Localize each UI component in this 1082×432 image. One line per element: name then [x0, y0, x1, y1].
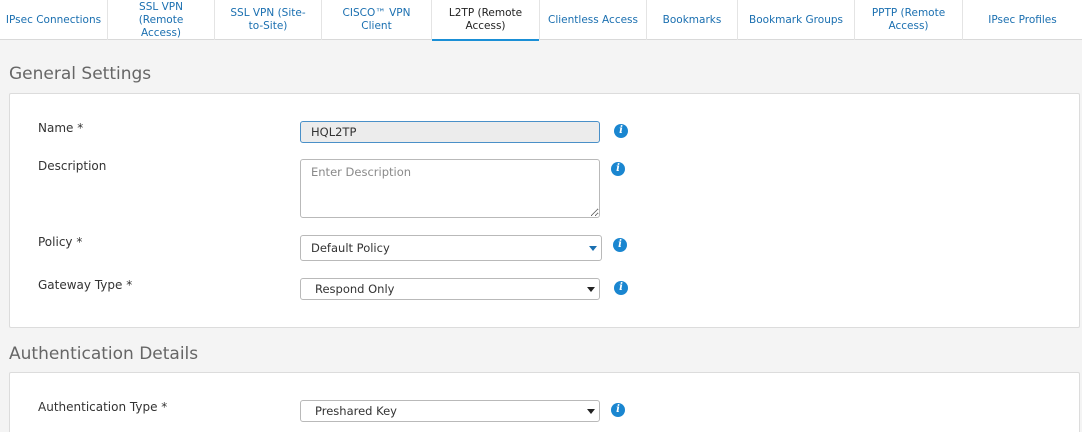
authentication-type-info-icon[interactable]: i: [611, 403, 625, 417]
description-info-icon[interactable]: i: [611, 162, 625, 176]
chevron-down-icon: [587, 408, 595, 414]
tab-bookmark-groups[interactable]: Bookmark Groups: [738, 0, 855, 40]
name-label: Name *: [38, 121, 84, 135]
authentication-type-label: Authentication Type *: [38, 400, 168, 414]
chevron-down-icon: [589, 245, 597, 251]
tab-bookmarks[interactable]: Bookmarks: [647, 0, 738, 40]
tab-clientless-access[interactable]: Clientless Access: [540, 0, 647, 40]
policy-select[interactable]: Default Policy: [300, 235, 602, 261]
gateway-type-label: Gateway Type *: [38, 278, 133, 292]
tab-ssl-vpn-remote-access[interactable]: SSL VPN (Remote Access): [108, 0, 215, 40]
authentication-type-select[interactable]: Preshared Key: [300, 400, 600, 422]
gateway-type-select-value: Respond Only: [315, 282, 395, 296]
name-info-icon[interactable]: i: [614, 124, 628, 138]
gateway-type-select[interactable]: Respond Only: [300, 278, 600, 300]
authentication-type-select-value: Preshared Key: [315, 404, 397, 418]
authentication-details-title: Authentication Details: [9, 344, 199, 364]
policy-select-value: Default Policy: [311, 241, 390, 255]
tab-ipsec-profiles[interactable]: IPsec Profiles: [963, 0, 1082, 40]
chevron-down-icon: [587, 286, 595, 292]
name-field[interactable]: [300, 121, 600, 143]
general-settings-title: General Settings: [9, 64, 152, 84]
policy-label: Policy *: [38, 235, 83, 249]
tab-pptp-remote-access[interactable]: PPTP (Remote Access): [855, 0, 963, 40]
vpn-tab-bar: IPsec Connections SSL VPN (Remote Access…: [0, 0, 1082, 41]
tab-l2tp-remote-access[interactable]: L2TP (Remote Access): [432, 0, 540, 41]
description-field[interactable]: [300, 159, 600, 218]
gateway-type-info-icon[interactable]: i: [614, 281, 628, 295]
tab-ipsec-connections[interactable]: IPsec Connections: [0, 0, 108, 40]
tab-cisco-vpn-client[interactable]: CISCO™ VPN Client: [322, 0, 432, 40]
tab-ssl-vpn-site-to-site[interactable]: SSL VPN (Site-to-Site): [215, 0, 322, 40]
description-label: Description: [38, 159, 107, 173]
policy-info-icon[interactable]: i: [613, 238, 627, 252]
